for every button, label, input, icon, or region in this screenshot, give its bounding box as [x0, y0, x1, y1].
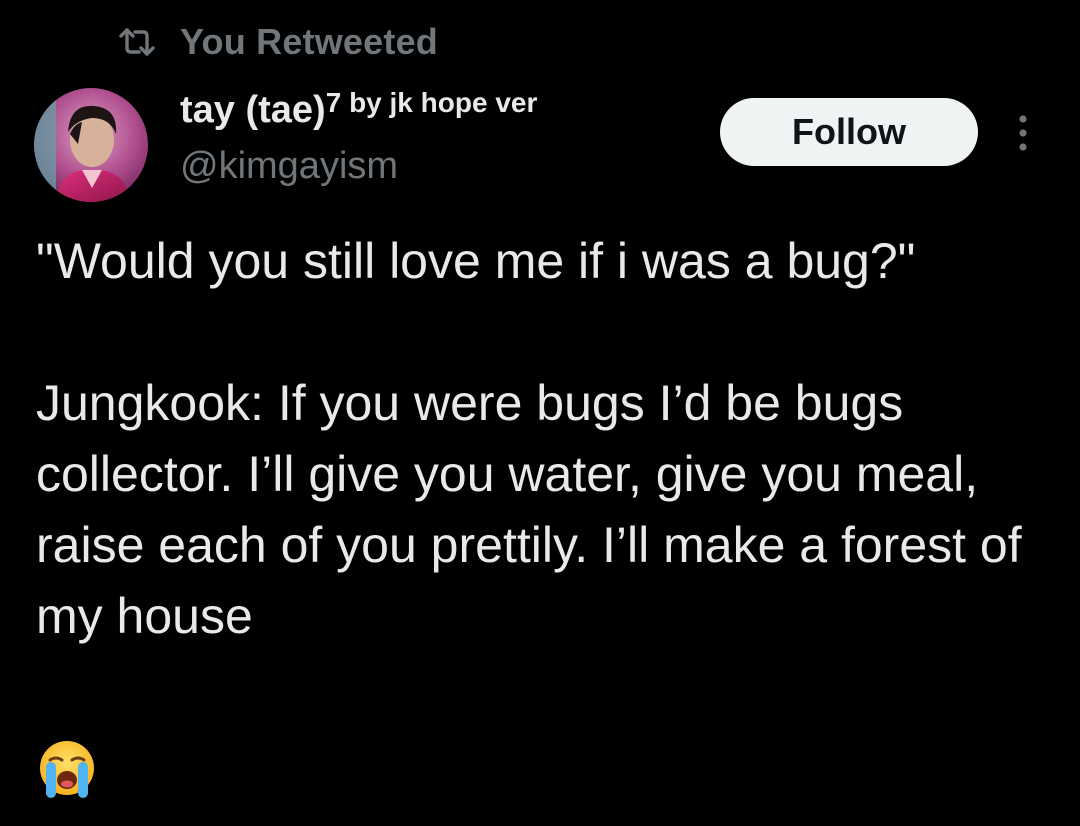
display-name-suffix: by jk hope ver: [341, 87, 538, 118]
follow-button[interactable]: Follow: [720, 98, 978, 166]
display-name-superscript: 7: [325, 87, 342, 118]
display-name-text: tay (tae): [180, 89, 326, 131]
retweet-label: You Retweeted: [180, 21, 438, 62]
avatar[interactable]: [34, 88, 148, 202]
retweet-icon: [116, 28, 158, 56]
tweet-body: "Would you still love me if i was a bug?…: [36, 233, 1022, 644]
display-name[interactable]: tay (tae)7 by jk hope ver: [180, 87, 538, 135]
author-info[interactable]: tay (tae)7 by jk hope ver @kimgayism: [180, 87, 538, 189]
more-options-icon[interactable]: [1006, 110, 1040, 156]
user-handle[interactable]: @kimgayism: [180, 143, 537, 189]
retweet-context: You Retweeted: [116, 20, 438, 64]
loudly-crying-face-emoji: [36, 738, 98, 800]
